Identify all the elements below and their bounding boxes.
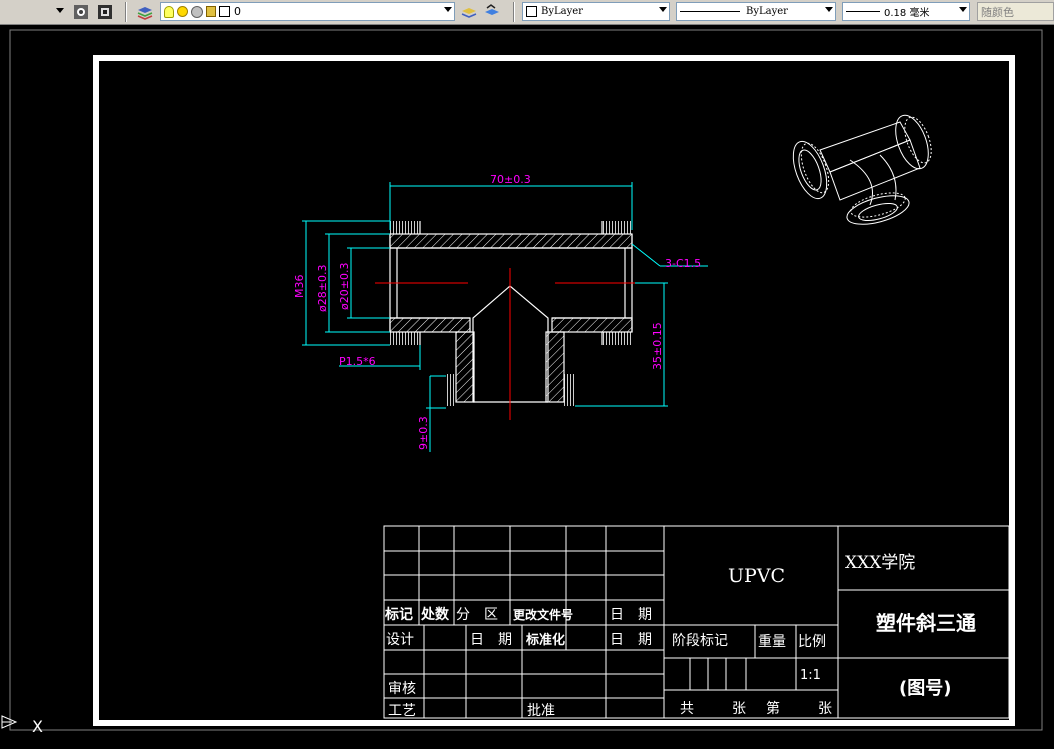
- toolbar-separator: [125, 2, 127, 22]
- process-label: 工艺: [388, 703, 416, 719]
- drawing-no-text: (图号): [899, 678, 951, 699]
- dim-chamfer-text: 3-C1.5: [665, 257, 701, 270]
- top-wall-hatch: [389, 233, 633, 249]
- approve-label: 批准: [527, 703, 555, 719]
- color-swatch: [526, 6, 537, 17]
- dim-pitch-text: P1.5*6: [339, 355, 376, 368]
- color-value: ByLayer: [541, 6, 583, 17]
- dim-branch-height-text: 35±0.15: [651, 322, 664, 370]
- bottom-left-wall-hatch: [389, 317, 471, 333]
- toolbar: 0 ByLayer ByLayer 0.18 毫米 随颜色: [0, 0, 1054, 25]
- design-date-label: 日 期: [470, 632, 512, 648]
- date-label: 日 期: [610, 607, 652, 623]
- review-label: 审核: [388, 681, 416, 697]
- chevron-down-icon[interactable]: [659, 7, 667, 12]
- weight-label: 重量: [758, 634, 786, 650]
- sheets-label: 张: [732, 701, 746, 717]
- sheet-label: 张: [818, 701, 832, 717]
- layer-manager-icon[interactable]: [135, 2, 155, 21]
- lineweight-value: 0.18 毫米: [884, 8, 930, 19]
- linetype-control-dropdown[interactable]: ByLayer: [676, 2, 836, 21]
- drawing-canvas[interactable]: 70±0.3 3-C1.5 M36 ø28±0.3 ø20±0.3 P1.5*6…: [0, 25, 1054, 749]
- title-block-texts: UPVC XXX学院 塑件斜三通 (图号) 标记 处数 分 区 更改文件号 日 …: [384, 553, 976, 719]
- total-label: 共: [680, 701, 694, 717]
- named-views-icon[interactable]: [71, 2, 91, 21]
- dim-branch-offset-text: 9±0.3: [417, 416, 430, 450]
- part-name-text: 塑件斜三通: [876, 611, 976, 635]
- bottom-right-wall-hatch: [551, 317, 633, 333]
- standardization-label: 标准化: [525, 632, 565, 648]
- scale-value: 1:1: [800, 668, 821, 683]
- ucs-icon: [1, 715, 18, 729]
- dimension-lines: [302, 182, 708, 452]
- tee-3d-view-image[interactable]: [787, 111, 937, 230]
- count-label: 处数: [420, 606, 450, 623]
- lock-icon[interactable]: [206, 6, 216, 17]
- color-control-dropdown[interactable]: ByLayer: [522, 2, 670, 21]
- ucs-x-label: X: [32, 717, 43, 736]
- block-editor-icon[interactable]: [95, 2, 115, 21]
- chevron-down-icon[interactable]: [825, 7, 833, 12]
- lineweight-preview: [846, 11, 880, 12]
- freeze-viewport-icon[interactable]: [191, 5, 203, 18]
- dim-length-text: 70±0.3: [490, 173, 531, 186]
- layer-previous-icon[interactable]: [482, 2, 502, 21]
- plotstyle-value: 随颜色: [981, 5, 1014, 19]
- thread-top-left: [390, 221, 420, 234]
- dim-inner-dia-text: ø20±0.3: [338, 263, 351, 310]
- toolbar-separator: [513, 2, 515, 22]
- mark-label: 标记: [384, 606, 413, 623]
- chevron-down-icon[interactable]: [444, 7, 452, 12]
- dim-outer-dia-text: ø28±0.3: [316, 265, 329, 312]
- plotstyle-control-dropdown: 随颜色: [977, 2, 1054, 21]
- linetype-value: ByLayer: [746, 6, 788, 17]
- layer-color-swatch: [219, 6, 230, 17]
- design-label: 设计: [386, 632, 414, 648]
- thread-branch-left: [446, 374, 456, 406]
- standard-date-label: 日 期: [610, 632, 652, 648]
- thread-branch-right: [564, 374, 574, 406]
- thread-bottom-right: [602, 332, 632, 345]
- school-text: XXX学院: [845, 553, 915, 573]
- dropdown-arrow-icon[interactable]: [56, 8, 64, 13]
- branch-right-wall-hatch: [545, 331, 565, 403]
- material-text: UPVC: [728, 565, 785, 587]
- zone-label: 分 区: [456, 607, 498, 623]
- pipe-tee-section-view[interactable]: [389, 221, 633, 406]
- sun-icon[interactable]: [177, 6, 188, 17]
- current-layer-name: 0: [234, 5, 241, 18]
- change-doc-label: 更改文件号: [513, 607, 573, 622]
- chevron-down-icon[interactable]: [959, 7, 967, 12]
- layer-control-dropdown[interactable]: 0: [160, 2, 455, 21]
- stage-mark-label: 阶段标记: [672, 633, 728, 649]
- light-bulb-icon[interactable]: [164, 5, 174, 18]
- dim-thread-text: M36: [293, 275, 306, 299]
- lineweight-control-dropdown[interactable]: 0.18 毫米: [842, 2, 970, 21]
- make-object-layer-current-icon[interactable]: [459, 2, 479, 21]
- branch-left-wall-hatch: [455, 331, 475, 403]
- number-label: 第: [766, 700, 780, 717]
- thread-bottom-left: [390, 332, 420, 345]
- thread-top-right: [602, 221, 632, 234]
- scale-label: 比例: [798, 634, 826, 650]
- linetype-preview: [680, 11, 740, 12]
- dimension-texts: 70±0.3 3-C1.5 M36 ø28±0.3 ø20±0.3 P1.5*6…: [293, 173, 701, 450]
